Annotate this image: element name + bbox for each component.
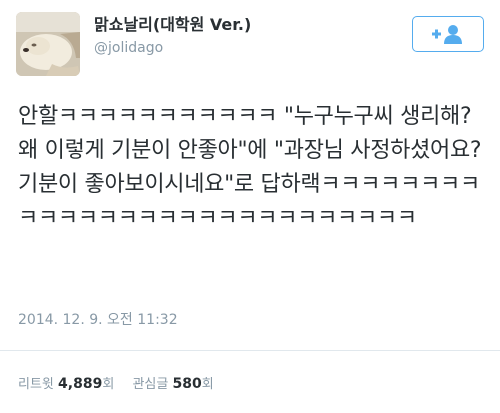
add-user-icon [432,25,462,44]
tweet-timestamp[interactable]: 2014. 12. 9. 오전 11:32 [18,310,178,330]
display-name[interactable]: 맑쇼날리(대학원 Ver.) [94,14,251,36]
tweet-text: 안할ㅋㅋㅋㅋㅋㅋㅋㅋㅋㅋㅋ "누구누구씨 생리해? 왜 이렇게 기분이 안좋아"… [18,104,488,231]
retweet-label: 리트윗 [18,377,54,392]
favorite-count: 580 [172,376,202,392]
user-handle[interactable]: @jolidago [94,38,251,58]
retweet-stat[interactable]: 리트윗 4,889회 [18,374,114,395]
favorite-stat[interactable]: 관심글 580회 [132,374,213,395]
retweet-count: 4,889 [58,376,103,392]
tweet-stats: 리트윗 4,889회 관심글 580회 [18,374,228,395]
retweet-unit: 회 [102,377,115,392]
tweet-header: 맑쇼날리(대학원 Ver.) @jolidago [16,12,484,76]
avatar-photo-icon [16,12,80,76]
user-block: 맑쇼날리(대학원 Ver.) @jolidago [94,14,251,58]
favorite-unit: 회 [201,377,214,392]
follow-button[interactable] [412,16,484,52]
divider [0,350,500,351]
favorite-label: 관심글 [132,377,169,392]
avatar[interactable] [16,12,80,76]
tweet-card: 맑쇼날리(대학원 Ver.) @jolidago 안할ㅋㅋㅋㅋㅋㅋㅋㅋㅋㅋㅋ "… [0,0,500,413]
